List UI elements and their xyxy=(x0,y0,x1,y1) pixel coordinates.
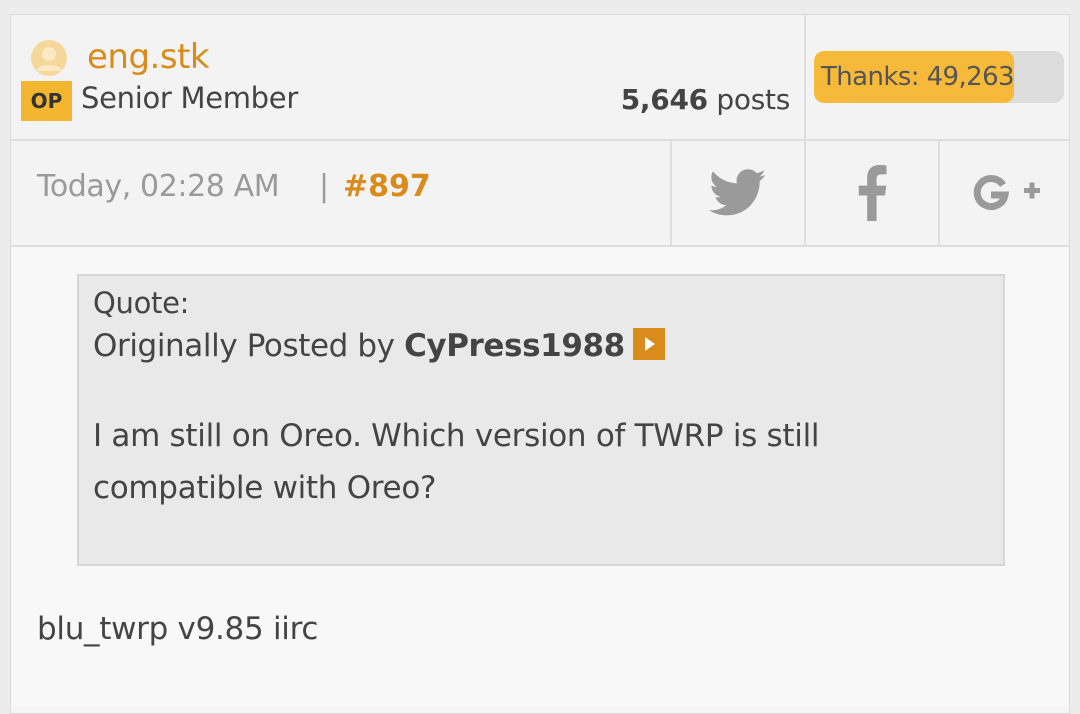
quote-attribution: Originally Posted by CyPress1988 xyxy=(93,328,665,364)
quote-block: Quote: Originally Posted by CyPress1988 … xyxy=(77,274,1005,566)
post-header: eng.stk OP Senior Member 5,646 posts Tha… xyxy=(11,15,1069,141)
thanks-bar[interactable]: Thanks: 49,263 xyxy=(814,51,1064,103)
user-rank: Senior Member xyxy=(81,81,298,115)
meta-separator: | xyxy=(319,169,330,204)
thanks-count: Thanks: 49,263 xyxy=(821,62,1015,92)
twitter-icon xyxy=(709,169,767,217)
post-number-link[interactable]: #897 xyxy=(343,169,431,204)
quote-author[interactable]: CyPress1988 xyxy=(404,328,625,364)
post-date: Today, 02:28 AM xyxy=(37,169,280,204)
post-count: 5,646 posts xyxy=(620,83,791,116)
op-badge: OP xyxy=(21,81,72,121)
share-facebook-button[interactable] xyxy=(804,141,938,245)
share-google-plus-button[interactable] xyxy=(938,141,1071,245)
post-meta: Today, 02:28 AM | #897 xyxy=(11,141,1069,247)
avatar-icon[interactable] xyxy=(30,39,68,77)
quote-prefix: Originally Posted by xyxy=(93,328,405,364)
thanks-cell: Thanks: 49,263 xyxy=(806,15,1069,139)
username-link[interactable]: eng.stk xyxy=(87,37,210,77)
post-content: Quote: Originally Posted by CyPress1988 … xyxy=(11,247,1069,707)
share-twitter-button[interactable] xyxy=(670,141,804,245)
google-plus-icon xyxy=(969,171,1043,215)
quote-label: Quote: xyxy=(93,286,190,320)
view-post-arrow-icon[interactable] xyxy=(632,328,665,360)
post-count-label: posts xyxy=(707,83,790,116)
quote-text: I am still on Oreo. Which version of TWR… xyxy=(93,418,820,506)
user-info: eng.stk OP Senior Member 5,646 posts xyxy=(11,15,806,139)
forum-post: eng.stk OP Senior Member 5,646 posts Tha… xyxy=(10,14,1070,714)
reply-text: blu_twrp v9.85 iirc xyxy=(37,611,319,647)
facebook-icon xyxy=(856,165,888,221)
post-count-number: 5,646 xyxy=(620,83,708,116)
